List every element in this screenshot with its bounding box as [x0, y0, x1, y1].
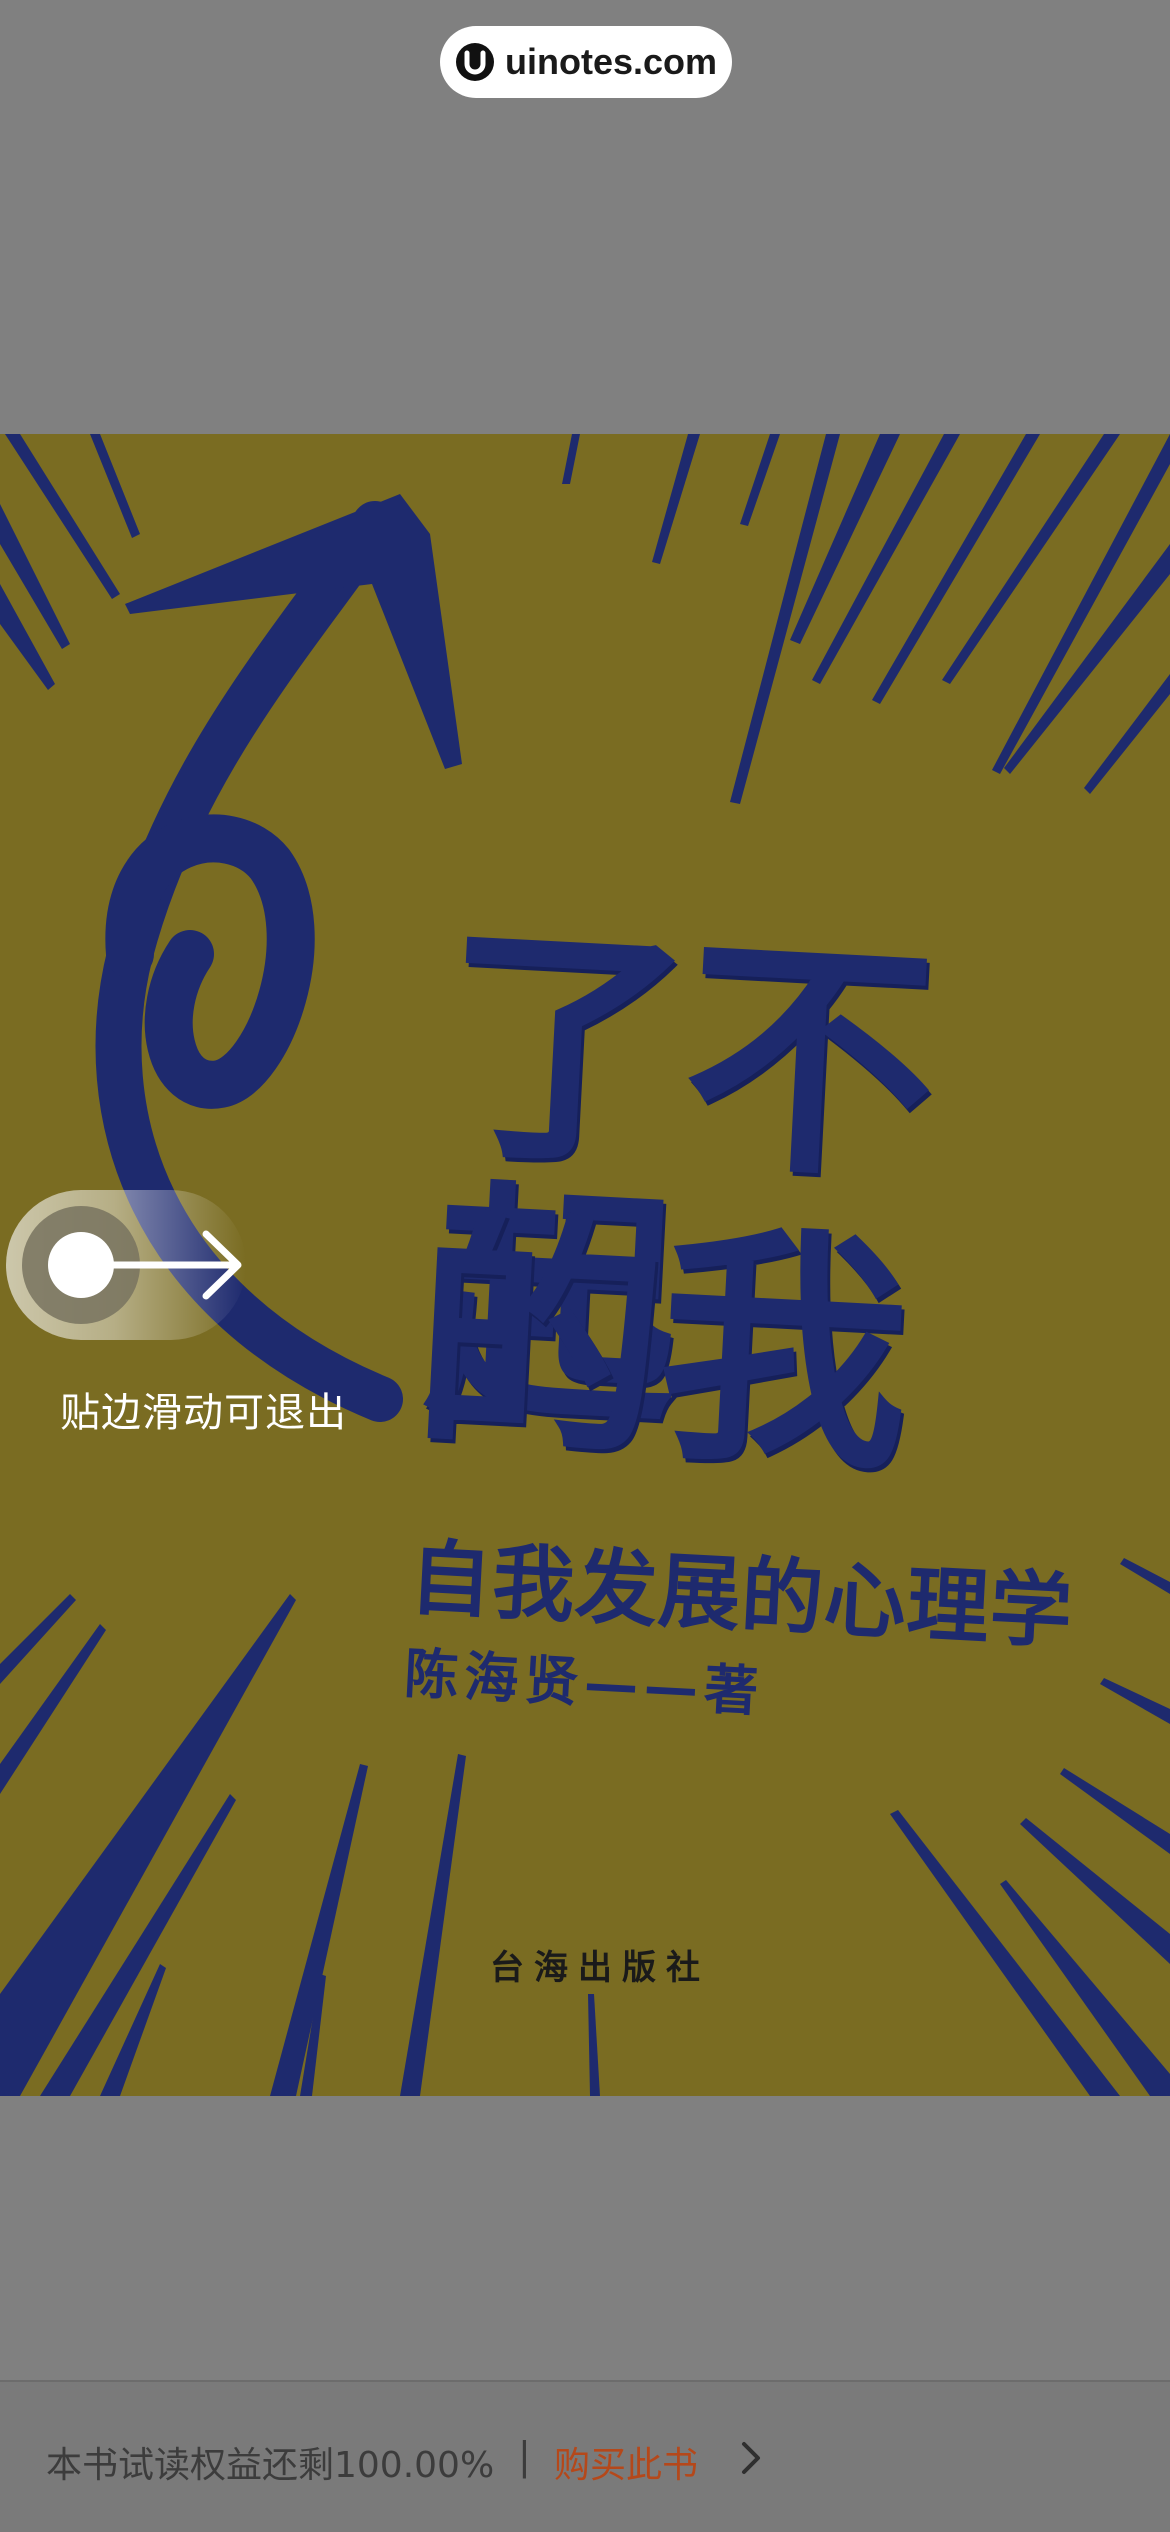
cover-title-line-2: 的我	[407, 1188, 911, 1505]
watermark-text: uinotes.com	[504, 41, 718, 82]
trial-remaining-text: 本书试读权益还剩100.00%	[46, 2445, 495, 2486]
chevron-right-icon[interactable]	[740, 2440, 764, 2476]
swipe-exit-hint[interactable]	[6, 1190, 246, 1340]
arrow-right-icon	[108, 1230, 242, 1300]
swipe-exit-label: 贴边滑动可退出	[60, 1390, 347, 1436]
separator: |	[518, 2434, 531, 2478]
uinotes-logo-icon	[455, 43, 494, 81]
cover-publisher: 台海出版社	[490, 1948, 710, 1988]
watermark-badge: uinotes.com	[440, 26, 732, 98]
buy-book-link[interactable]: 购买此书	[554, 2436, 698, 2488]
bottom-purchase-bar[interactable]: 本书试读权益还剩100.00% | 购买此书	[0, 2382, 1170, 2532]
